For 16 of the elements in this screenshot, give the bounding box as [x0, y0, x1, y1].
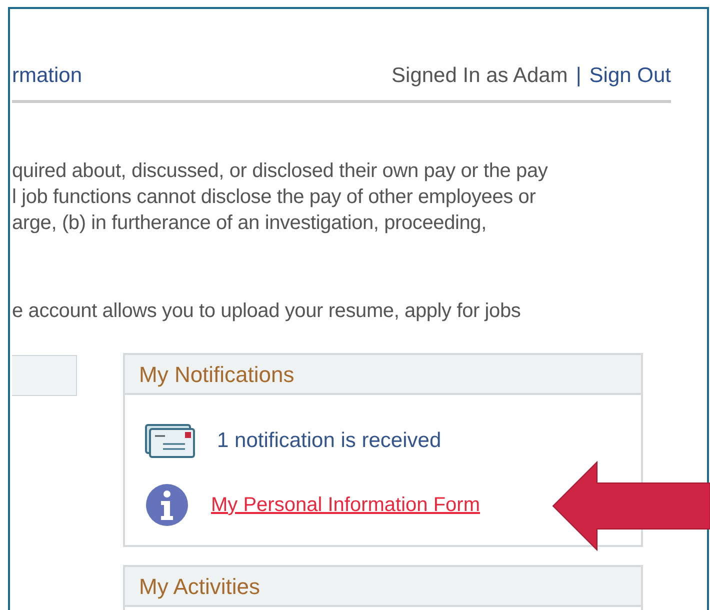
- notice-text: arge, (b) in furtherance of an investigation, proceeding,: [12, 211, 488, 236]
- form-link[interactable]: My Personal Information Form: [211, 490, 480, 520]
- intro-text: e account allows you to upload your resume, apply for jobs: [12, 299, 522, 324]
- notice-text: l job functions cannot disclose the pay of other employees or: [12, 185, 537, 210]
- panel-header: [12, 355, 77, 396]
- info-icon: [145, 483, 189, 527]
- signed-in-text: Signed In as Adam: [392, 63, 568, 89]
- section-link[interactable]: rmation: [12, 62, 82, 90]
- envelope-icon: [145, 424, 195, 458]
- panel-title: My Notifications: [125, 355, 641, 395]
- separator: |: [576, 63, 582, 89]
- arrow-icon: [552, 461, 710, 551]
- panel-title: My Activities: [125, 567, 641, 607]
- notice-text: quired about, discussed, or disclosed their own pay or the pay: [12, 159, 549, 184]
- sign-out-link[interactable]: Sign Out: [589, 62, 671, 90]
- notification-text: 1 notification is received: [217, 428, 442, 454]
